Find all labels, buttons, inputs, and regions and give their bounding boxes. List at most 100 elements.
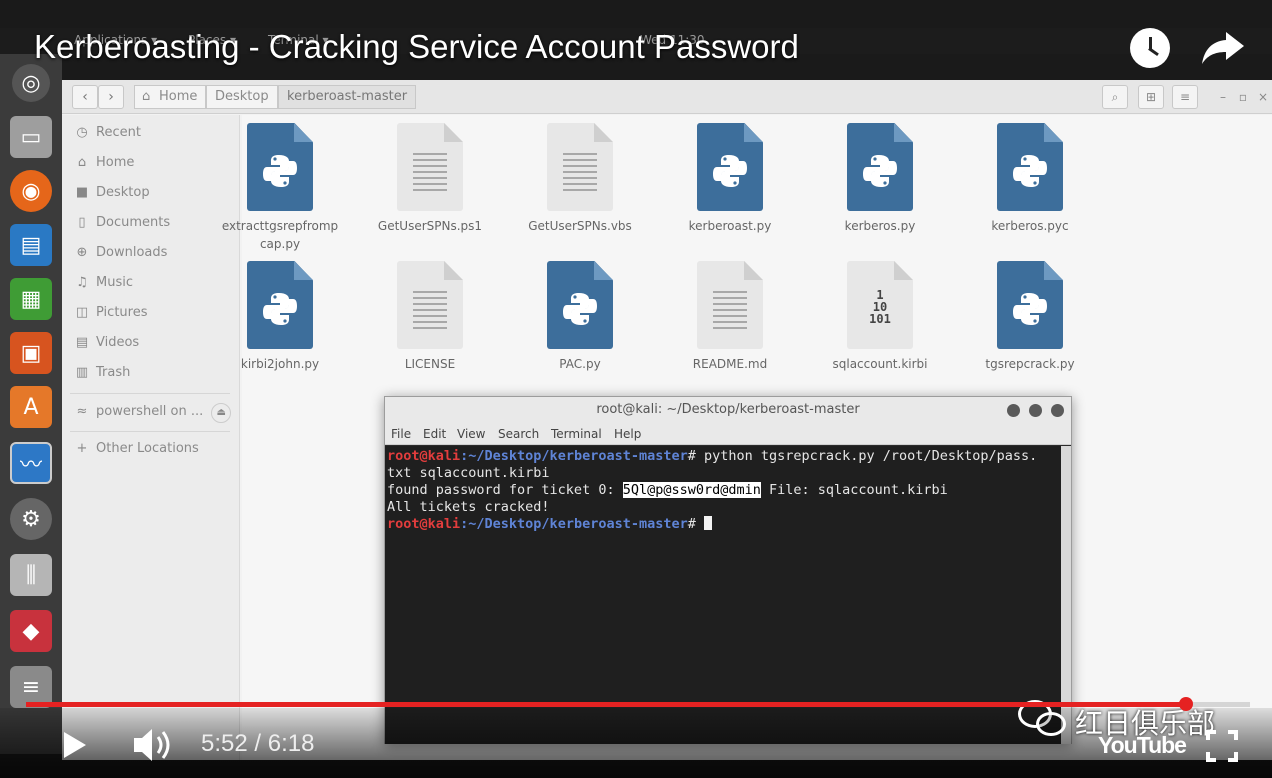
file-item[interactable]: README.md: [660, 261, 800, 373]
sidebar-item-desktop[interactable]: ■ Desktop: [74, 185, 150, 200]
fullscreen-icon[interactable]: [1206, 730, 1238, 762]
close-icon[interactable]: ×: [1250, 85, 1272, 109]
sidebar-divider: [70, 393, 230, 394]
settings-icon[interactable]: ⚙: [10, 498, 52, 540]
terminal-line: root@kali:~/Desktop/kerberoast-master# p…: [387, 448, 1059, 465]
file-item[interactable]: kerberos.py: [810, 123, 950, 235]
menu-view[interactable]: View: [457, 427, 485, 441]
folder-icon: ■: [75, 185, 89, 200]
sidebar-item-downloads[interactable]: ⊕ Downloads: [74, 245, 168, 260]
terminal-menubar: File Edit View Search Terminal Help: [385, 423, 1071, 445]
file-item[interactable]: kirbi2john.py: [210, 261, 350, 373]
terminal-title[interactable]: root@kali: ~/Desktop/kerberoast-master: [385, 397, 1071, 423]
file-item[interactable]: kerberos.pyc: [960, 123, 1100, 235]
sidebar-item-documents[interactable]: ▯ Documents: [74, 215, 170, 230]
home-icon: ⌂: [77, 155, 87, 170]
view-grid-icon[interactable]: ⊞: [1138, 85, 1164, 109]
crumb-current[interactable]: kerberoast-master: [278, 85, 417, 109]
sidebar-item-videos[interactable]: ▤ Videos: [74, 335, 139, 350]
files-app-icon[interactable]: ▭: [10, 116, 52, 158]
file-item[interactable]: extracttgsrepfromp cap.py: [210, 123, 350, 253]
sidebar-item-other-locations[interactable]: + Other Locations: [74, 441, 199, 456]
plus-icon: +: [76, 441, 88, 456]
wifi-icon: ≈: [76, 404, 88, 419]
terminal-line: found password for ticket 0: 5Ql@p@ssw0r…: [387, 482, 1059, 499]
python-file-icon: [247, 261, 313, 349]
forward-button[interactable]: ›: [98, 85, 124, 109]
sidebar-divider: [70, 431, 230, 432]
sidebar-item-recent[interactable]: ◷ Recent: [74, 125, 141, 140]
crumb-home[interactable]: ⌂ Home: [134, 85, 207, 109]
file-item[interactable]: LICENSE: [360, 261, 500, 373]
text-file-icon: [697, 261, 763, 349]
menu-search[interactable]: Search: [498, 427, 539, 441]
monitor-icon[interactable]: 〰: [10, 442, 52, 484]
sidebar-item-label: Other Locations: [96, 441, 199, 456]
camera-icon: ◫: [75, 305, 89, 320]
file-item[interactable]: kerberoast.py: [660, 123, 800, 235]
sidebar-item-label: Recent: [96, 125, 141, 140]
sidebar-item-pictures[interactable]: ◫ Pictures: [74, 305, 148, 320]
dock: ◎ ▭ ◉ ▤ ▦ ▣ A 〰 ⚙ ⫼ ◆ ≡: [0, 54, 62, 754]
tweak-icon[interactable]: ⫼: [10, 554, 52, 596]
binary-file-icon: 1 10 101: [847, 261, 913, 349]
python-file-icon: [547, 261, 613, 349]
calc-icon[interactable]: ▦: [10, 278, 52, 320]
file-item[interactable]: tgsrepcrack.py: [960, 261, 1100, 373]
sidebar-item-label: Downloads: [96, 245, 168, 260]
files-header: ‹ › ⌂ Home Desktop kerberoast-master ⌕ ⊞…: [62, 80, 1272, 114]
menu-terminal[interactable]: Terminal: [551, 427, 602, 441]
music-icon: ♫: [76, 275, 88, 290]
file-name: kerberos.py: [844, 219, 916, 233]
prompt-path: :~/Desktop/kerberoast-master: [460, 448, 688, 464]
file-name: LICENSE: [404, 357, 456, 371]
file-name: PAC.py: [559, 357, 601, 371]
menu-icon[interactable]: ≡: [1172, 85, 1198, 109]
menu-file[interactable]: File: [391, 427, 411, 441]
sidebar-item-music[interactable]: ♫ Music: [74, 275, 133, 290]
command-text: #: [687, 516, 704, 532]
software-icon[interactable]: A: [10, 386, 52, 428]
menu-edit[interactable]: Edit: [423, 427, 446, 441]
file-name: kerberos.pyc: [991, 219, 1069, 233]
video-title[interactable]: Kerberoasting - Cracking Service Account…: [34, 28, 799, 66]
impress-icon[interactable]: ▣: [10, 332, 52, 374]
close-icon[interactable]: [1051, 404, 1064, 417]
eject-icon[interactable]: ⏏: [211, 403, 232, 423]
apps-icon[interactable]: ◎: [12, 64, 50, 102]
search-icon[interactable]: ⌕: [1102, 85, 1128, 109]
writer-icon[interactable]: ▤: [10, 224, 52, 266]
youtube-logo[interactable]: YouTube: [1098, 732, 1187, 759]
share-icon[interactable]: [1200, 28, 1246, 68]
clock-icon: ◷: [76, 125, 88, 140]
maximize-icon[interactable]: [1029, 404, 1042, 417]
terminal-output[interactable]: root@kali:~/Desktop/kerberoast-master# p…: [385, 446, 1061, 744]
terminal-line: txt sqlaccount.kirbi: [387, 465, 550, 481]
film-icon: ▤: [75, 335, 89, 350]
progress-bar[interactable]: [26, 697, 1250, 711]
sidebar-item-label: Home: [96, 155, 135, 170]
text-file-icon: [547, 123, 613, 211]
file-name: sqlaccount.kirbi: [832, 357, 928, 371]
sidebar-item-label: Documents: [96, 215, 171, 230]
file-item[interactable]: PAC.py: [510, 261, 650, 373]
file-item[interactable]: GetUserSPNs.vbs: [510, 123, 650, 235]
progress-knob[interactable]: [1179, 697, 1193, 711]
sidebar-item-trash[interactable]: ▥ Trash: [74, 365, 131, 380]
file-item[interactable]: 1 10 101 sqlaccount.kirbi: [810, 261, 950, 373]
prompt-path: :~/Desktop/kerberoast-master: [460, 516, 688, 532]
crumb-desktop[interactable]: Desktop: [206, 85, 278, 109]
firefox-icon[interactable]: ◉: [10, 170, 52, 212]
sidebar-item-network[interactable]: ≈ powershell on ... ⏏: [74, 403, 232, 423]
sidebar-item-home[interactable]: ⌂ Home: [74, 155, 135, 170]
cracked-password: 5Ql@p@ssw0rd@dmin: [622, 482, 761, 498]
play-icon[interactable]: [62, 730, 88, 764]
menu-help[interactable]: Help: [614, 427, 641, 441]
file-item[interactable]: GetUserSPNs.ps1: [360, 123, 500, 235]
volume-icon[interactable]: [132, 726, 174, 768]
watch-later-icon[interactable]: [1130, 28, 1170, 68]
file-name: kerberoast.py: [688, 219, 772, 233]
red-app-icon[interactable]: ◆: [10, 610, 52, 652]
back-button[interactable]: ‹: [72, 85, 98, 109]
minimize-icon[interactable]: [1007, 404, 1020, 417]
